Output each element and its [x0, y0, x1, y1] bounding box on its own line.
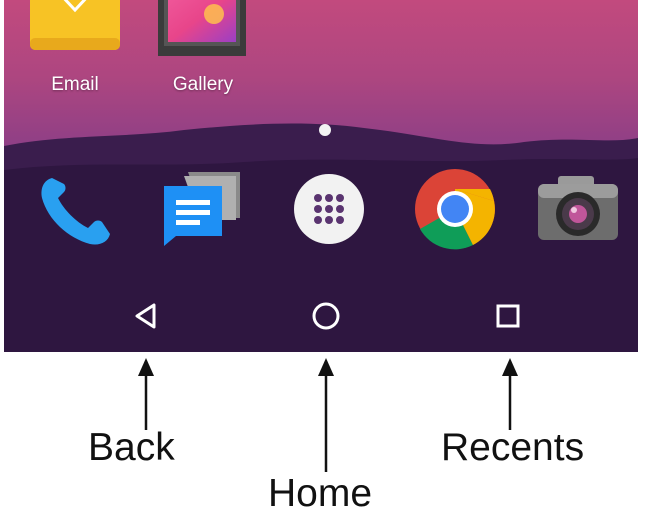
recents-icon: [496, 304, 520, 328]
chrome-icon: [415, 169, 495, 250]
email-icon: [30, 0, 120, 50]
app-drawer-icon: [294, 174, 364, 244]
back-callout-arrow: [138, 358, 154, 430]
dock-chrome-app[interactable]: [414, 168, 496, 250]
phone-icon: [41, 178, 110, 245]
dock-messenger-app[interactable]: [160, 170, 244, 248]
phone-home-screen: Email Gallery: [4, 0, 638, 352]
back-button[interactable]: [124, 294, 168, 338]
camera-icon: [538, 176, 618, 240]
home-button[interactable]: [304, 294, 348, 338]
recents-callout-arrow: [502, 358, 518, 430]
gallery-app[interactable]: [154, 0, 248, 58]
home-callout-label: Home: [268, 472, 373, 515]
navigation-bar: [4, 278, 638, 352]
gallery-icon: [158, 0, 246, 56]
back-icon: [135, 303, 156, 329]
home-icon: [312, 302, 340, 330]
messenger-icon: [164, 172, 240, 246]
email-label: Email: [51, 74, 99, 95]
dock-app-drawer[interactable]: [292, 172, 366, 246]
recents-button[interactable]: [486, 294, 530, 338]
back-callout-label: Back: [88, 426, 175, 469]
dock-phone-app[interactable]: [36, 170, 116, 248]
recents-callout-label: Recents: [441, 426, 585, 469]
email-app[interactable]: [28, 0, 122, 52]
gallery-label: Gallery: [172, 74, 234, 95]
page-indicator-dot: [319, 124, 331, 136]
home-callout-arrow: [318, 358, 334, 472]
dock-camera-app[interactable]: [536, 172, 620, 244]
